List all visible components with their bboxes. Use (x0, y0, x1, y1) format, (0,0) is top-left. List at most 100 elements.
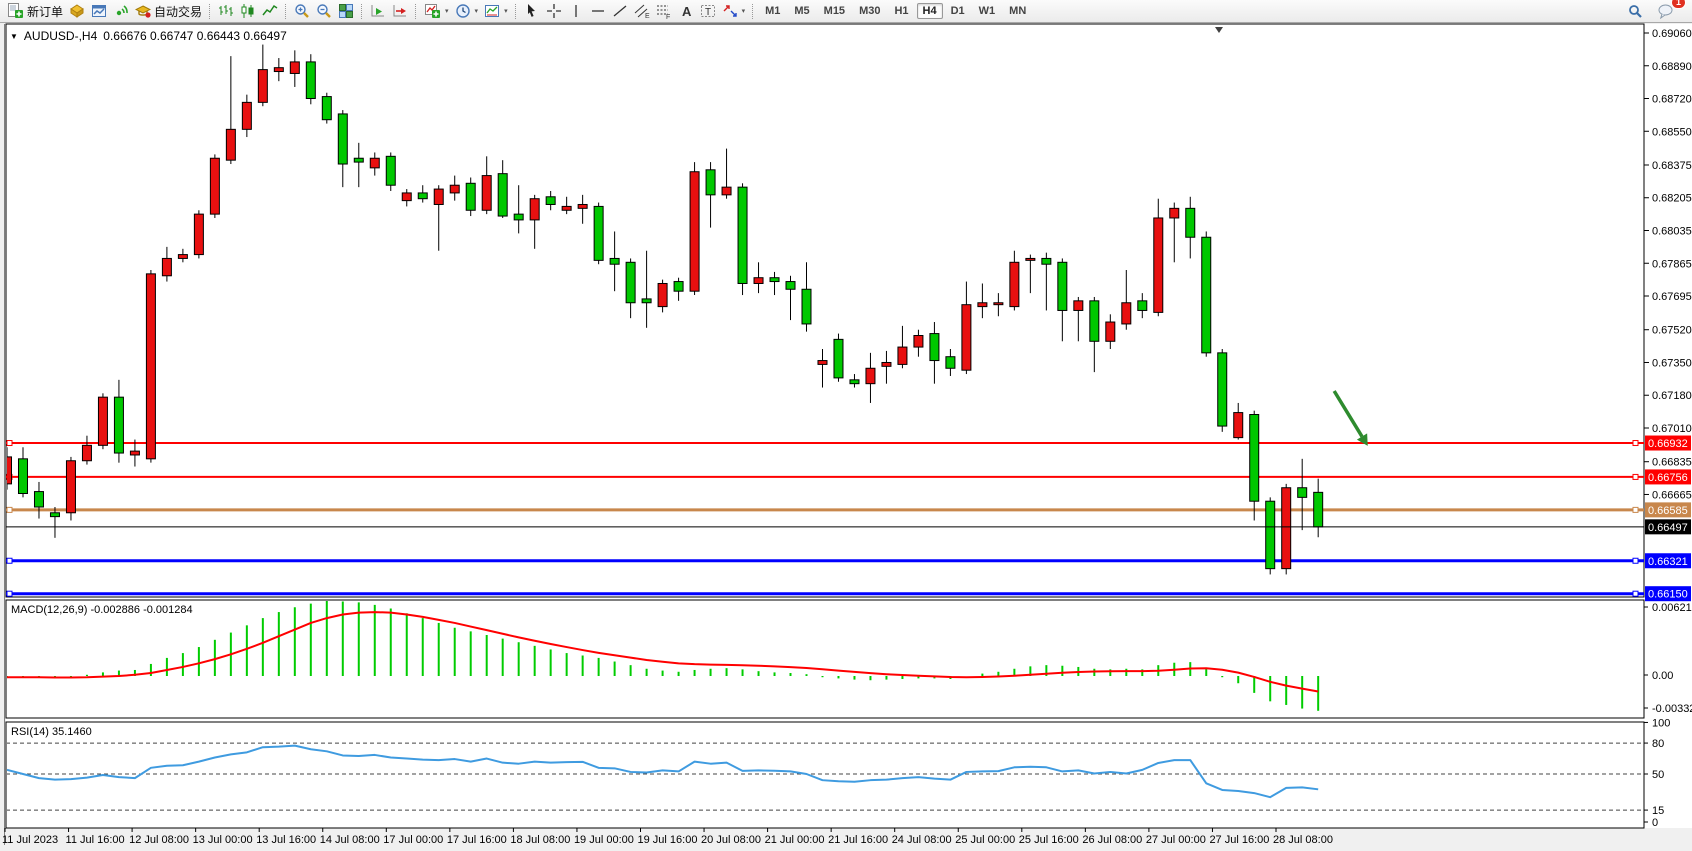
channel-button[interactable]: E (631, 1, 653, 21)
chevron-down-icon[interactable]: ▾ (742, 7, 746, 15)
candle-chart-button[interactable] (237, 1, 259, 21)
indicators-button[interactable]: ▾ (421, 1, 452, 21)
candle (1058, 262, 1067, 310)
arrows-button[interactable]: ▾ (719, 1, 749, 21)
vertical-line-button[interactable] (565, 1, 587, 21)
zoom-out-button[interactable] (313, 1, 335, 21)
notification-badge: 1 (1671, 0, 1686, 9)
horizontal-line-button[interactable] (587, 1, 609, 21)
svg-text:A: A (682, 4, 692, 19)
candle (1266, 501, 1275, 568)
cursor-icon (524, 3, 540, 19)
timeframe-h1-button[interactable]: H1 (888, 3, 914, 19)
candle (594, 206, 603, 260)
auto-trading-button[interactable]: 自动交易 (132, 1, 205, 21)
chart-canvas[interactable]: 0.690600.688900.687200.685500.683750.682… (0, 23, 1692, 851)
timeframe-h4-button[interactable]: H4 (917, 3, 943, 19)
tile-windows-button[interactable] (335, 1, 357, 21)
candle (530, 199, 539, 220)
candle (1186, 208, 1195, 237)
text-button[interactable]: A (675, 1, 697, 21)
signals-button[interactable] (110, 1, 132, 21)
candle (178, 255, 187, 259)
toolbar-separator (285, 4, 287, 19)
timeframe-m15-button[interactable]: M15 (818, 3, 851, 19)
channel-icon: E (634, 3, 650, 19)
templates-button[interactable]: ▾ (481, 1, 511, 21)
toolbox-button[interactable] (66, 1, 88, 21)
svg-text:19 Jul 00:00: 19 Jul 00:00 (574, 834, 634, 846)
candle (1154, 218, 1163, 312)
svg-text:28 Jul 08:00: 28 Jul 08:00 (1273, 834, 1333, 846)
svg-text:0.68035: 0.68035 (1652, 225, 1692, 237)
bar-chart-button[interactable] (215, 1, 237, 21)
candle (354, 158, 363, 162)
timeframe-m1-button[interactable]: M1 (759, 3, 786, 19)
candle (1026, 258, 1035, 260)
candle (226, 129, 235, 160)
tile-windows-icon (338, 3, 354, 19)
svg-text:12 Jul 08:00: 12 Jul 08:00 (129, 834, 189, 846)
candle (626, 262, 635, 302)
new-order-button[interactable]: 新订单 (4, 1, 66, 21)
rsi-indicator-label: RSI(14) 35.1460 (11, 726, 92, 738)
svg-text:13 Jul 16:00: 13 Jul 16:00 (256, 834, 316, 846)
symbol-period-label: AUDUSD-,H4 (24, 29, 97, 43)
zoom-in-button[interactable] (291, 1, 313, 21)
candle (1282, 488, 1291, 569)
svg-text:0.67520: 0.67520 (1652, 325, 1692, 337)
zoom-out-icon (316, 3, 332, 19)
svg-text:0.68890: 0.68890 (1652, 61, 1692, 73)
timeframe-mn-button[interactable]: MN (1003, 3, 1032, 19)
candle (1010, 262, 1019, 306)
timeframe-w1-button[interactable]: W1 (973, 3, 1002, 19)
timeframe-d1-button[interactable]: D1 (945, 3, 971, 19)
crosshair-button[interactable] (543, 1, 565, 21)
svg-text:0.68375: 0.68375 (1652, 160, 1692, 172)
candle (1170, 208, 1179, 218)
candle (866, 368, 875, 383)
chevron-down-icon[interactable]: ▾ (504, 7, 508, 15)
chart-shift-icon (392, 3, 408, 19)
candle (290, 62, 299, 74)
fibonacci-button[interactable]: F (653, 1, 675, 21)
svg-text:50: 50 (1652, 769, 1664, 781)
chat-button[interactable]: 1 (1654, 1, 1678, 21)
cursor-button[interactable] (521, 1, 543, 21)
timeframe-m5-button[interactable]: M5 (788, 3, 815, 19)
indicators-icon (424, 3, 441, 19)
candle (690, 172, 699, 291)
candle (722, 187, 731, 195)
candle (146, 274, 155, 459)
trendline-button[interactable] (609, 1, 631, 21)
svg-text:0.66835: 0.66835 (1652, 457, 1692, 469)
auto-scroll-button[interactable] (367, 1, 389, 21)
chevron-down-icon[interactable]: ▾ (475, 7, 479, 15)
toolbar-separator (752, 4, 754, 19)
svg-text:26 Jul 08:00: 26 Jul 08:00 (1082, 834, 1142, 846)
fibo-icon: F (656, 3, 672, 19)
candle (738, 187, 747, 283)
chart-window[interactable]: 0.690600.688900.687200.685500.683750.682… (0, 23, 1692, 851)
market-watch-button[interactable] (88, 1, 110, 21)
candle (450, 185, 459, 193)
line-chart-button[interactable] (259, 1, 281, 21)
svg-text:17 Jul 16:00: 17 Jul 16:00 (447, 834, 507, 846)
candle (834, 339, 843, 378)
chevron-down-icon[interactable]: ▼ (10, 32, 18, 41)
svg-text:21 Jul 00:00: 21 Jul 00:00 (765, 834, 825, 846)
chevron-down-icon[interactable]: ▾ (445, 7, 449, 15)
search-button[interactable] (1624, 1, 1646, 21)
candle (1090, 301, 1099, 341)
chart-shift-button[interactable] (389, 1, 411, 21)
candle (1202, 237, 1211, 353)
timeframe-m30-button[interactable]: M30 (853, 3, 886, 19)
candle (466, 183, 475, 210)
periods-button[interactable]: ▾ (452, 1, 482, 21)
svg-text:0.66665: 0.66665 (1652, 489, 1692, 501)
text-label-button[interactable]: T (697, 1, 719, 21)
candle (914, 336, 923, 348)
candle (674, 282, 683, 292)
template-icon (484, 3, 500, 19)
svg-text:25 Jul 16:00: 25 Jul 16:00 (1019, 834, 1079, 846)
